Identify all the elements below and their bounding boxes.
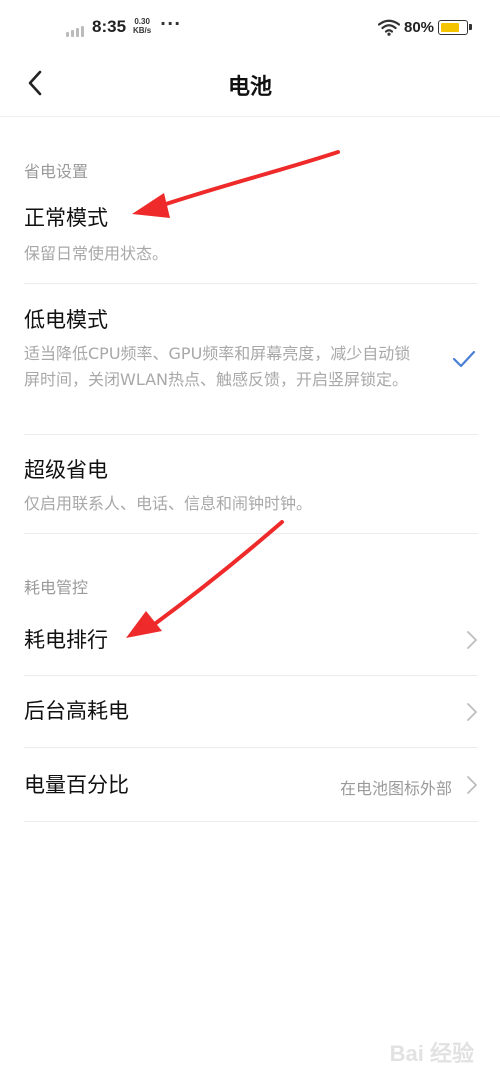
battery-icon (438, 20, 472, 35)
option-super-saver[interactable]: 超级省电 仅启用联系人、电话、信息和闹钟时钟。 (0, 435, 500, 533)
section-label-power-saving: 省电设置 (24, 162, 89, 181)
wifi-icon (378, 19, 400, 36)
nav-title: 后台高耗电 (24, 699, 129, 723)
more-notifications: ··· (160, 14, 182, 33)
page-title: 电池 (227, 75, 272, 100)
option-description: 保留日常使用状态。 (24, 244, 169, 263)
nav-value: 在电池图标外部 (339, 779, 452, 798)
page-header: 电池 (0, 56, 500, 117)
nav-background-high-usage[interactable]: 后台高耗电 (0, 676, 500, 747)
nav-battery-percentage[interactable]: 电量百分比 在电池图标外部 (0, 748, 500, 821)
network-speed-unit: KB/s (133, 26, 152, 35)
divider (24, 533, 478, 534)
section-label-power-control: 耗电管控 (24, 578, 89, 597)
network-speed-value: 0.30 (134, 17, 150, 26)
checkmark-icon (452, 350, 476, 368)
watermark-logo: Bai 经验 (389, 1041, 474, 1066)
option-low-power-mode[interactable]: 低电模式 适当降低CPU频率、GPU频率和屏幕亮度，减少自动锁屏时间，关闭WLA… (0, 284, 500, 434)
battery-nub (469, 24, 472, 30)
option-normal-mode[interactable]: 正常模式 保留日常使用状态。 (0, 185, 500, 283)
network-speed: 0.30 KB/s (133, 17, 151, 35)
battery-percent: 80% (404, 19, 435, 36)
option-title: 超级省电 (24, 458, 108, 482)
battery-fill (441, 23, 459, 32)
option-title: 低电模式 (24, 308, 108, 332)
status-time: 8:35 (92, 17, 127, 36)
nav-title: 耗电排行 (24, 628, 108, 652)
chevron-right-icon (467, 776, 477, 794)
chevron-right-icon (467, 631, 477, 649)
status-bar: 8:35 0.30 KB/s ··· 80% (0, 0, 500, 56)
signal-icon (66, 26, 84, 37)
nav-power-ranking[interactable]: 耗电排行 (0, 603, 500, 675)
option-title: 正常模式 (24, 206, 108, 230)
option-description: 适当降低CPU频率、GPU频率和屏幕亮度，减少自动锁屏时间，关闭WLAN热点、触… (24, 344, 411, 389)
divider (24, 821, 478, 822)
chevron-right-icon (467, 703, 477, 721)
option-description: 仅启用联系人、电话、信息和闹钟时钟。 (24, 494, 313, 513)
nav-title: 电量百分比 (24, 773, 129, 797)
